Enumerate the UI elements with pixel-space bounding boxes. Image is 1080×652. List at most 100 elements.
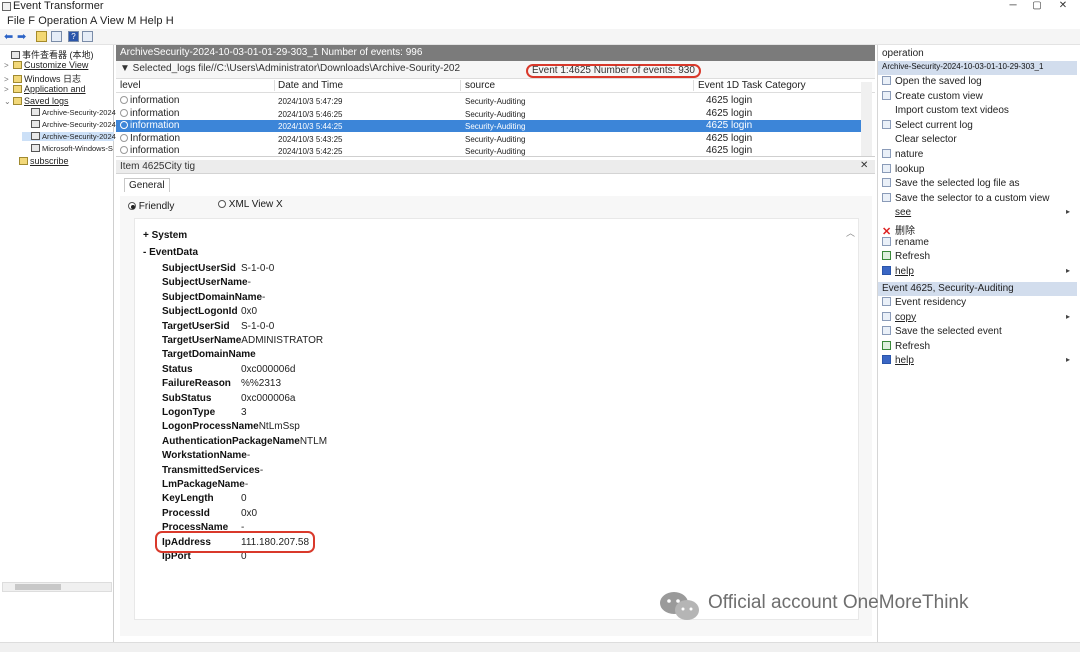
field-value: ADMINISTRATOR: [241, 335, 324, 346]
tab-general[interactable]: General: [124, 178, 170, 192]
action-item[interactable]: nature: [882, 149, 1076, 163]
event-list: level Date and Time source Event 1D Task…: [116, 79, 875, 157]
action-item[interactable]: help ▸: [882, 355, 1076, 369]
action-item[interactable]: Refresh: [882, 340, 1076, 355]
minimize-button[interactable]: ─: [1002, 0, 1024, 11]
actions-pane: operation Archive-Security-2024-10-03-01…: [877, 45, 1080, 652]
back-arrow-icon[interactable]: ⬅: [4, 30, 13, 43]
menu-items[interactable]: File F Operation A View M Help H: [7, 15, 174, 27]
properties-icon: [882, 149, 891, 158]
action-item[interactable]: Event residency: [882, 297, 1076, 311]
event-count-badge: Event 1:4625 Number of events: 930: [526, 64, 701, 78]
event-actions-section[interactable]: Event 4625, Security-Auditing: [878, 282, 1077, 296]
event-row[interactable]: information 2024/10/3 5:42:25 Security-Aud…: [116, 145, 861, 157]
event-detail-title: Item 4625City tig: [120, 161, 196, 172]
tree-item[interactable]: > Application and: [4, 84, 86, 94]
field-value: %%2313: [241, 378, 282, 390]
filter-description: ▼ Selected_logs file//C:\Users\Administr…: [120, 63, 461, 74]
action-label: see: [895, 207, 912, 219]
eventdata-field: SubjectDomainName-: [162, 292, 265, 306]
event-datetime: 2024/10/3 5:47:29: [278, 97, 343, 106]
column-header-source[interactable]: source: [465, 80, 495, 91]
action-item[interactable]: see ▸: [882, 207, 1076, 221]
event-datetime: 2024/10/3 5:43:25: [278, 134, 343, 144]
column-header-datetime[interactable]: Date and Time: [278, 80, 343, 91]
navigation-tree: 事件查看器 (本地) > Customize View > Windows 日志 > App…: [0, 45, 116, 642]
event-row[interactable]: information 2024/10/3 5:47:29 Security-Aud…: [116, 95, 861, 107]
xml-view-option[interactable]: XML View X: [218, 199, 283, 210]
field-value: NTLM: [299, 435, 328, 447]
tree-item[interactable]: Archive-Security-2024: [22, 108, 116, 117]
chevron-icon[interactable]: >: [4, 61, 13, 70]
action-item[interactable]: rename: [882, 236, 1076, 251]
chevron-icon[interactable]: ⌄: [4, 97, 13, 106]
field-value: 0x0: [241, 306, 258, 318]
tree-item-label: Archive-Security-2024: [42, 132, 116, 141]
tree-item[interactable]: subscribe: [10, 156, 69, 166]
field-key: WorkstationName: [162, 450, 247, 462]
eventdata-field: LogonType 3: [162, 407, 247, 421]
action-item[interactable]: Save the selected event: [882, 326, 1076, 340]
folder-icon[interactable]: [36, 31, 47, 42]
column-header-event-id[interactable]: Event 1D Task Category: [698, 80, 806, 91]
action-item[interactable]: copy ▸: [882, 311, 1076, 326]
tree-item[interactable]: ⌄ Saved logs: [4, 96, 69, 106]
radio-friendly-icon: [128, 202, 136, 210]
forward-arrow-icon[interactable]: ➡: [17, 30, 26, 43]
event-id-category: 4625 login: [706, 95, 753, 106]
maximize-button[interactable]: ▢: [1026, 0, 1048, 11]
action-item[interactable]: Clear selector: [882, 134, 1076, 148]
log-actions-section[interactable]: Archive-Security-2024-10-03-01-10-29-303…: [878, 61, 1077, 75]
close-button[interactable]: ✕: [1052, 0, 1074, 11]
action-item[interactable]: Select current log: [882, 119, 1076, 134]
tree-item[interactable]: Archive-Security-2024: [22, 120, 116, 129]
field-key: FailureReason: [162, 378, 231, 390]
event-list-scrollbar[interactable]: [861, 82, 872, 156]
field-key: LogonProcessName: [162, 421, 259, 433]
tree-scrollbar[interactable]: [2, 582, 112, 592]
event-row[interactable]: Information 2024/10/3 5:43:25 Security-Aud…: [116, 133, 861, 145]
help-icon[interactable]: ?: [68, 31, 79, 42]
field-value: S-1-0-0: [241, 263, 275, 274]
folder-icon: [13, 61, 22, 69]
field-key: LogonType: [162, 407, 216, 418]
action-item[interactable]: Save the selector to a custom view: [882, 192, 1076, 207]
close-icon[interactable]: ✕: [860, 160, 868, 171]
save-icon: [882, 178, 891, 188]
tree-item[interactable]: Archive-Security-2024: [22, 132, 116, 141]
action-item[interactable]: Open the saved log: [882, 76, 1076, 90]
eventdata-section-toggle[interactable]: - EventData: [143, 247, 198, 258]
friendly-view-option[interactable]: Friendly: [128, 201, 174, 212]
event-level: information: [120, 120, 179, 131]
action-label: Import custom text videos: [895, 105, 1009, 117]
chevron-up-icon[interactable]: ︿: [846, 226, 855, 239]
properties-icon[interactable]: [82, 31, 93, 42]
tree-item[interactable]: > Customize View: [4, 60, 88, 70]
event-row[interactable]: information 2024/10/3 5:44:25 Security-Aud…: [116, 120, 861, 133]
system-section-toggle[interactable]: + System: [143, 230, 187, 241]
event-list-header: level Date and Time source Event 1D Task…: [116, 79, 875, 93]
action-item[interactable]: ✕ 删除: [882, 222, 1076, 238]
tree-item[interactable]: Microsoft-Windows-S: [22, 144, 113, 153]
panel-icon[interactable]: [51, 31, 62, 42]
field-value: -: [259, 464, 264, 476]
chevron-icon[interactable]: >: [4, 85, 13, 94]
event-level-text: information: [130, 107, 180, 119]
event-row[interactable]: information 2024/10/3 5:46:25 Security-Aud…: [116, 108, 861, 120]
action-item[interactable]: Import custom text videos: [882, 105, 1076, 119]
action-item[interactable]: Create custom view: [882, 90, 1076, 105]
field-key: SubStatus: [162, 392, 212, 404]
event-source: Security-Auditing: [465, 147, 526, 157]
column-header-level[interactable]: level: [120, 80, 141, 91]
action-item[interactable]: Save the selected log file as: [882, 178, 1076, 192]
eventdata-field: ProcessId 0x0: [162, 508, 257, 522]
action-item[interactable]: lookup: [882, 163, 1076, 178]
eventdata-field: FailureReason %%2313: [162, 378, 281, 392]
action-label: Save the selector to a custom view: [895, 192, 1050, 204]
field-value: -: [262, 291, 266, 303]
action-item[interactable]: help ▸: [882, 265, 1076, 280]
tree-scrollbar-thumb[interactable]: [15, 584, 61, 590]
action-item[interactable]: Refresh: [882, 251, 1076, 265]
tree-item-label: Application and: [24, 84, 86, 94]
chevron-icon[interactable]: >: [4, 75, 13, 84]
